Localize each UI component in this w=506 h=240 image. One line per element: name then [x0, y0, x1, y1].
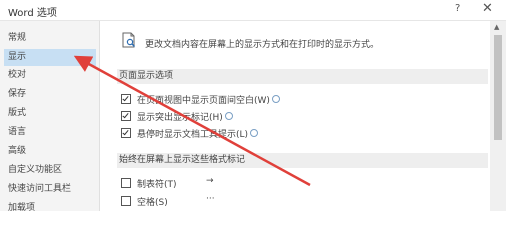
option-label: 空格(S)	[137, 197, 168, 208]
option-tab-characters[interactable]: 制表符(T)	[121, 177, 177, 190]
sidebar-item-quick-access-toolbar[interactable]: 快速访问工具栏	[4, 181, 96, 198]
scroll-up-arrow-icon[interactable]: ▲	[494, 23, 499, 31]
option-show-highlighter-marks[interactable]: 显示突出显示标记(H)	[121, 110, 233, 123]
panel-description: 更改文档内容在屏幕上的显示方式和在打印时的显示方式。	[145, 40, 380, 50]
checkbox-unchecked[interactable]	[121, 178, 131, 188]
page-display-options-header: 页面显示选项	[117, 69, 488, 84]
option-label: 制表符(T)	[137, 179, 177, 190]
sidebar-item-advanced[interactable]: 高级	[4, 143, 96, 160]
checkbox-checked[interactable]	[121, 111, 131, 121]
option-spaces[interactable]: 空格(S)	[121, 195, 168, 208]
info-icon	[250, 129, 259, 137]
option-show-document-tooltips[interactable]: 悬停时显示文档工具提示(L)	[121, 127, 259, 140]
option-label: 悬停时显示文档工具提示(L)	[137, 129, 249, 140]
info-icon	[224, 112, 233, 120]
tab-mark-symbol: →	[206, 176, 214, 186]
checkbox-checked[interactable]	[121, 94, 131, 104]
sidebar-item-display[interactable]: 显示	[4, 49, 96, 66]
vertical-scrollbar[interactable]: ▲	[490, 21, 506, 211]
window-title: Word 选项	[8, 8, 57, 19]
sidebar-item-language[interactable]: 语言	[4, 124, 96, 141]
close-button[interactable]: ✕	[482, 1, 493, 16]
sidebar-item-typography[interactable]: 版式	[4, 105, 96, 122]
sidebar-item-save[interactable]: 保存	[4, 86, 96, 103]
display-options-panel: 更改文档内容在屏幕上的显示方式和在打印时的显示方式。 页面显示选项 在页面视图中…	[104, 21, 490, 211]
formatting-marks-header: 始终在屏幕上显示这些格式标记	[117, 153, 488, 168]
scroll-thumb[interactable]	[494, 35, 502, 140]
option-label: 在页面视图中显示页面间空白(W)	[137, 95, 270, 106]
sidebar-item-proofing[interactable]: 校对	[4, 67, 96, 84]
sidebar-item-add-ins[interactable]: 加载项	[4, 200, 96, 217]
checkbox-unchecked[interactable]	[121, 196, 131, 206]
checkbox-checked[interactable]	[121, 128, 131, 138]
option-label: 显示突出显示标记(H)	[137, 112, 223, 123]
sidebar-item-customize-ribbon[interactable]: 自定义功能区	[4, 162, 96, 179]
sidebar: 常规 显示 校对 保存 版式 语言 高级 自定义功能区 快速访问工具栏 加载项	[0, 21, 100, 213]
option-show-whitespace[interactable]: 在页面视图中显示页面间空白(W)	[121, 93, 280, 106]
space-mark-symbol: ···	[206, 194, 215, 204]
sidebar-item-general[interactable]: 常规	[4, 30, 96, 47]
document-display-icon	[122, 32, 135, 48]
title-bar: Word 选项 ? ✕	[0, 0, 506, 21]
help-button[interactable]: ?	[455, 3, 460, 14]
info-icon	[271, 95, 280, 103]
